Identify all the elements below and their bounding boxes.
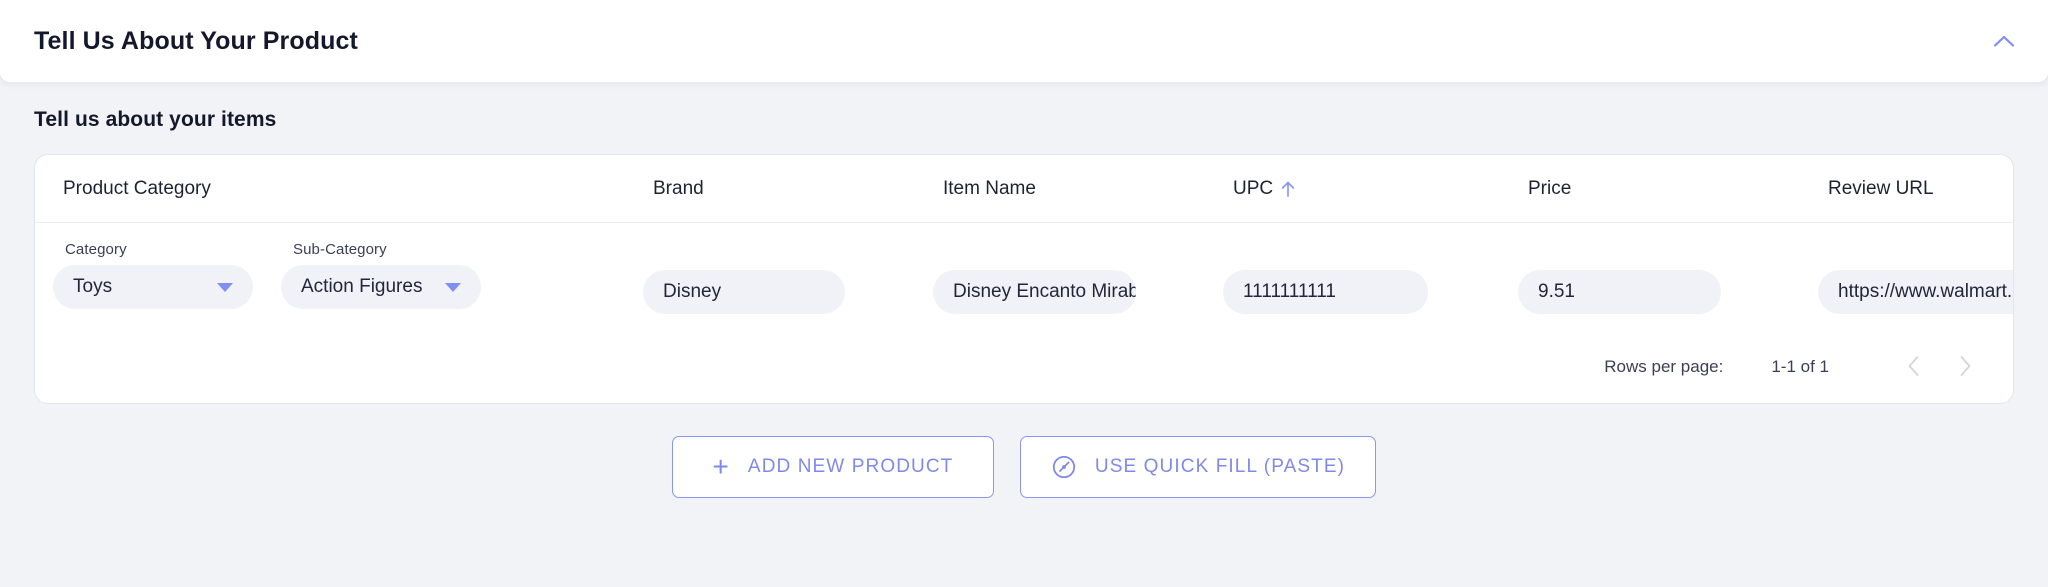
form-actions: + ADD NEW PRODUCT USE QUICK FILL (PASTE) (34, 436, 2014, 498)
rows-per-page-label: Rows per page: (1604, 357, 1723, 377)
chevron-right-icon (1959, 355, 1972, 380)
item-name-field: Disney Encanto Mirabel (933, 241, 1223, 314)
product-category-group: Category Toys Sub-Category Action Figure… (53, 241, 643, 309)
subcategory-field: Sub-Category Action Figures (281, 241, 481, 309)
arrow-up-icon (1280, 180, 1296, 198)
add-new-product-button[interactable]: + ADD NEW PRODUCT (672, 436, 994, 498)
column-header-label: Product Category (63, 178, 211, 200)
chevron-down-icon (445, 283, 461, 292)
add-new-product-label: ADD NEW PRODUCT (748, 456, 953, 478)
column-header-price[interactable]: Price (1528, 178, 1828, 200)
upc-input[interactable]: 1111111111 (1223, 270, 1428, 314)
review-url-input[interactable]: https://www.walmart.com (1818, 270, 2014, 314)
chevron-down-icon (217, 283, 233, 292)
brand-field: Disney (643, 241, 933, 314)
category-value: Toys (73, 276, 112, 298)
price-input[interactable]: 9.51 (1518, 270, 1721, 314)
brand-input[interactable]: Disney (643, 270, 845, 314)
product-panel-header: Tell Us About Your Product (0, 0, 2048, 82)
products-table: Product Category Brand Item Name UPC Pri… (34, 154, 2014, 404)
category-select[interactable]: Toys (53, 265, 253, 309)
column-header-upc[interactable]: UPC (1233, 178, 1528, 200)
upc-spacer (1235, 241, 1518, 263)
product-form-content: Tell us about your items Product Categor… (0, 108, 2048, 498)
column-header-brand[interactable]: Brand (653, 178, 943, 200)
review-url-field: https://www.walmart.com (1818, 241, 2014, 314)
upc-field: 1111111111 (1223, 241, 1518, 314)
column-header-label: Review URL (1828, 178, 1934, 200)
brand-spacer (655, 241, 933, 263)
column-header-label: UPC (1233, 178, 1273, 200)
table-header-row: Product Category Brand Item Name UPC Pri… (35, 155, 2013, 223)
table-row: Category Toys Sub-Category Action Figure… (35, 223, 2013, 331)
column-header-label: Brand (653, 178, 704, 200)
pagination-range: 1-1 of 1 (1771, 357, 1829, 377)
chevron-up-icon (1993, 34, 2015, 48)
subcategory-value: Action Figures (301, 276, 422, 298)
category-field: Category Toys (53, 241, 253, 309)
subcategory-label: Sub-Category (293, 241, 481, 258)
price-spacer (1530, 241, 1818, 263)
column-header-label: Item Name (943, 178, 1036, 200)
column-header-review-url[interactable]: Review URL (1828, 178, 2013, 200)
column-header-item-name[interactable]: Item Name (943, 178, 1233, 200)
use-quick-fill-button[interactable]: USE QUICK FILL (PASTE) (1020, 436, 1376, 498)
previous-page-button[interactable] (1887, 341, 1939, 393)
next-page-button[interactable] (1939, 341, 1991, 393)
column-header-label: Price (1528, 178, 1571, 200)
category-label: Category (65, 241, 253, 258)
item-name-input[interactable]: Disney Encanto Mirabel (933, 270, 1136, 314)
item-name-spacer (945, 241, 1223, 263)
plus-icon: + (712, 453, 729, 481)
table-pagination: Rows per page: 1-1 of 1 (35, 331, 2013, 403)
price-field: 9.51 (1518, 241, 1818, 314)
collapse-panel-button[interactable] (1982, 19, 2026, 63)
page-title: Tell Us About Your Product (34, 27, 358, 56)
speedometer-icon (1051, 454, 1077, 480)
chevron-left-icon (1907, 355, 1920, 380)
section-title: Tell us about your items (34, 108, 2014, 132)
column-header-product-category[interactable]: Product Category (63, 178, 653, 200)
review-url-spacer (1830, 241, 2014, 263)
subcategory-select[interactable]: Action Figures (281, 265, 481, 309)
use-quick-fill-label: USE QUICK FILL (PASTE) (1095, 456, 1345, 478)
